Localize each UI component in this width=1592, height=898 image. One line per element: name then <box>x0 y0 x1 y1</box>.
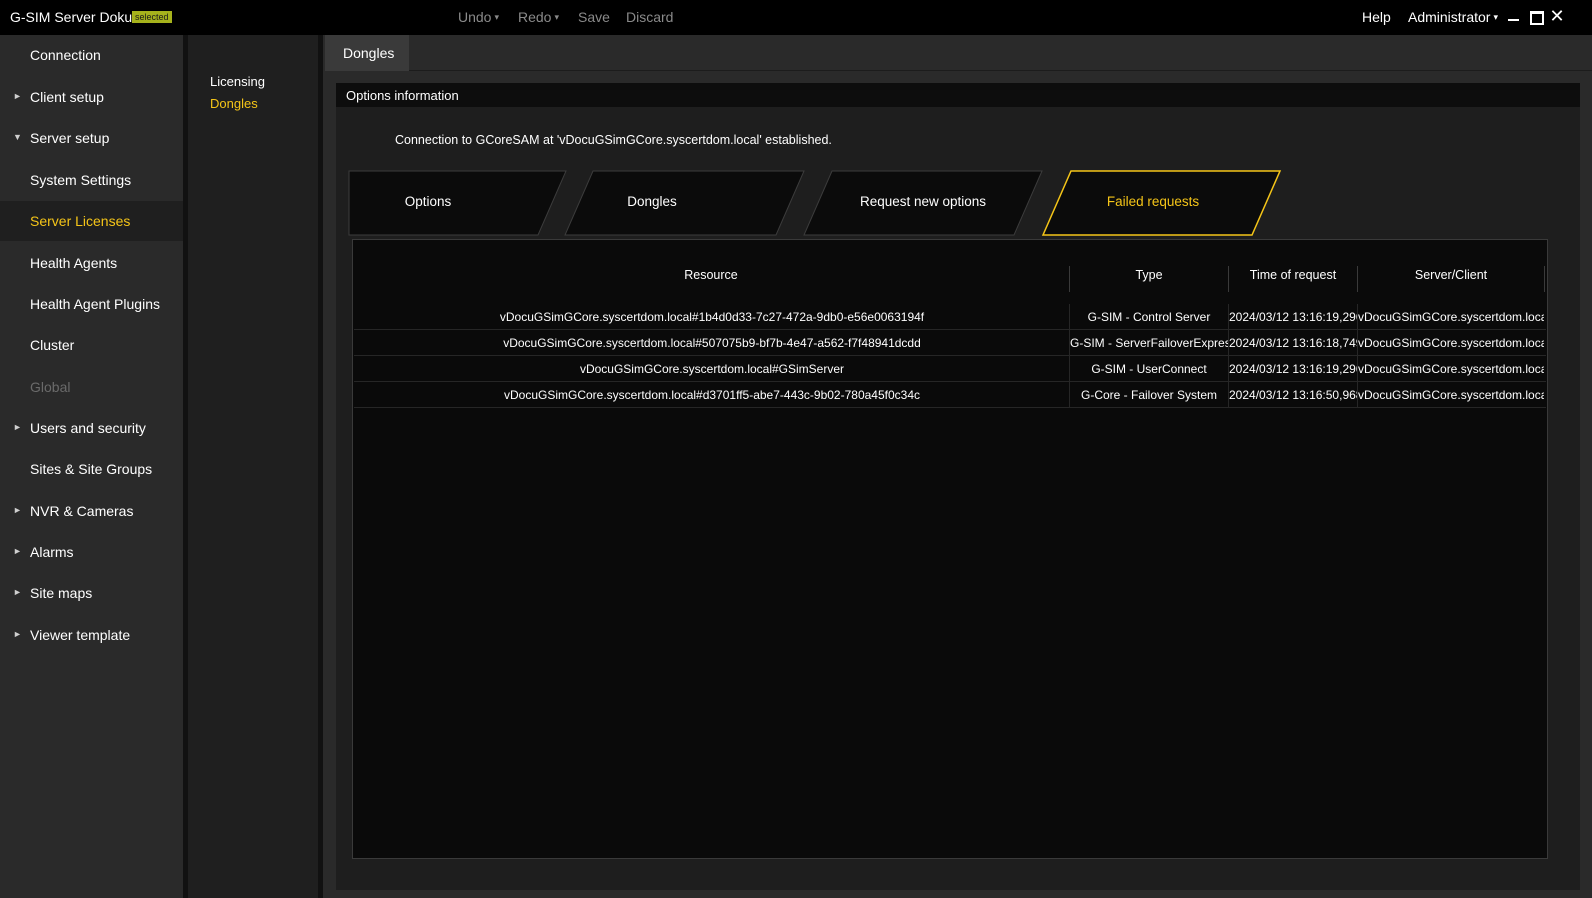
column-divider[interactable] <box>1544 266 1545 292</box>
save-button[interactable]: Save <box>578 9 610 25</box>
cell-type: G-Core - Failover System <box>1080 388 1218 402</box>
nav-item-system-settings[interactable]: System Settings <box>0 160 183 200</box>
table-row[interactable]: vDocuGSimGCore.syscertdom.local#d3701ff5… <box>354 382 1546 408</box>
nav-item-server-setup[interactable]: ▼ Server setup <box>0 118 183 158</box>
tab-request-new-options[interactable]: Request new options <box>838 194 1008 209</box>
title-bar: G-SIM Server Doku selected Undo ▾ Redo ▾ S… <box>0 0 1592 35</box>
cell-server-client: vDocuGSimGCore.syscertdom.local <box>1358 388 1544 402</box>
connection-status-message: Connection to GCoreSAM at 'vDocuGSimGCor… <box>395 133 832 147</box>
nav-item-site-maps[interactable]: ► Site maps <box>0 573 183 613</box>
nav-item-viewer-template[interactable]: ► Viewer template <box>0 615 183 655</box>
column-header-resource[interactable]: Resource <box>353 268 1069 282</box>
nav-item-label: Client setup <box>30 89 104 105</box>
expand-arrow-icon[interactable]: ► <box>13 629 22 639</box>
tab-dongles[interactable]: Dongles <box>592 194 712 209</box>
nav-item-label: NVR & Cameras <box>30 503 134 519</box>
undo-button[interactable]: Undo ▾ <box>458 9 499 25</box>
expand-arrow-icon[interactable]: ► <box>13 422 22 432</box>
table-row[interactable]: vDocuGSimGCore.syscertdom.local#GSimServ… <box>354 356 1546 382</box>
nav-item-label: Server setup <box>30 130 110 146</box>
nav-item-nvr-and-cameras[interactable]: ► NVR & Cameras <box>0 491 183 531</box>
maximize-icon[interactable] <box>1527 6 1545 26</box>
cell-resource: vDocuGSimGCore.syscertdom.local#d3701ff5… <box>503 388 920 402</box>
nav-item-label: Sites & Site Groups <box>30 461 153 477</box>
user-label: Administrator <box>1408 9 1491 25</box>
option-tabs: Options Dongles Request new options Fail… <box>348 170 1308 236</box>
nav-item-client-setup[interactable]: ► Client setup <box>0 77 183 117</box>
redo-button[interactable]: Redo ▾ <box>518 9 559 25</box>
expand-arrow-icon[interactable]: ► <box>13 546 22 556</box>
cell-server-client: vDocuGSimGCore.syscertdom.local <box>1358 336 1544 350</box>
expand-arrow-icon[interactable]: ► <box>13 587 22 597</box>
nav-item-users-and-security[interactable]: ► Users and security <box>0 408 183 448</box>
nav-item-global: Global <box>0 367 183 407</box>
cell-time-of-request: 2024/03/12 13:16:50,968 <box>1229 388 1357 402</box>
table-row[interactable]: vDocuGSimGCore.syscertdom.local#1b4d0d33… <box>354 304 1546 330</box>
expand-arrow-icon[interactable]: ► <box>13 91 22 101</box>
column-header-server-client[interactable]: Server/Client <box>1358 268 1544 282</box>
nav-item-alarms[interactable]: ► Alarms <box>0 532 183 572</box>
cell-resource: vDocuGSimGCore.syscertdom.local#GSimServ… <box>579 362 845 376</box>
nav-item-health-agent-plugins[interactable]: Health Agent Plugins <box>0 284 183 324</box>
undo-label: Undo <box>458 9 492 25</box>
table-row[interactable]: vDocuGSimGCore.syscertdom.local#507075b9… <box>354 330 1546 356</box>
nav-item-server-licenses[interactable]: Server Licenses <box>0 201 183 241</box>
nav-item-sites-and-site-groups[interactable]: Sites & Site Groups <box>0 449 183 489</box>
main-content: Dongles Options information Connection t… <box>323 35 1592 898</box>
nav-item-label: Cluster <box>30 337 75 353</box>
column-header-time-of-request[interactable]: Time of request <box>1229 268 1357 282</box>
nav-item-label: System Settings <box>30 172 132 188</box>
tab-options[interactable]: Options <box>368 194 488 209</box>
cell-type: G-SIM - UserConnect <box>1091 362 1207 376</box>
main-navigation: Connection ► Client setup ▼ Server setup S… <box>0 35 183 898</box>
chevron-down-icon: ▾ <box>1493 12 1498 22</box>
help-button[interactable]: Help <box>1362 9 1391 25</box>
nav-item-label: Global <box>30 379 71 395</box>
chevron-down-icon: ▾ <box>554 12 559 22</box>
column-header-type[interactable]: Type <box>1070 268 1228 282</box>
minimize-icon[interactable] <box>1505 6 1523 26</box>
subnav-item-licensing[interactable]: Licensing <box>210 74 265 89</box>
redo-label: Redo <box>518 9 552 25</box>
collapse-arrow-icon[interactable]: ▼ <box>13 132 22 142</box>
sub-navigation: Licensing Dongles <box>188 35 318 898</box>
options-information-panel: Options information Connection to GCoreS… <box>336 83 1580 890</box>
cell-resource: vDocuGSimGCore.syscertdom.local#1b4d0d33… <box>499 310 925 324</box>
nav-item-label: Connection <box>30 47 101 63</box>
cell-resource: vDocuGSimGCore.syscertdom.local#507075b9… <box>503 336 921 350</box>
failed-requests-table: Resource Type Time of request Server/Cli… <box>352 239 1548 859</box>
subnav-item-dongles[interactable]: Dongles <box>210 96 258 111</box>
cell-server-client: vDocuGSimGCore.syscertdom.local <box>1358 310 1544 324</box>
nav-item-label: Site maps <box>30 585 93 601</box>
nav-item-connection[interactable]: Connection <box>0 35 183 75</box>
selected-badge: selected <box>132 11 172 23</box>
chevron-down-icon: ▾ <box>494 12 499 22</box>
nav-item-label: Alarms <box>30 544 74 560</box>
expand-arrow-icon[interactable]: ► <box>13 505 22 515</box>
discard-button[interactable]: Discard <box>626 9 673 25</box>
nav-item-cluster[interactable]: Cluster <box>0 325 183 365</box>
nav-item-label: Health Agents <box>30 255 118 271</box>
cell-time-of-request: 2024/03/12 13:16:19,296 <box>1229 310 1357 324</box>
nav-item-label: Server Licenses <box>30 213 131 229</box>
cell-type: G-SIM - Control Server <box>1087 310 1211 324</box>
cell-time-of-request: 2024/03/12 13:16:18,749 <box>1229 336 1357 350</box>
nav-item-label: Health Agent Plugins <box>30 296 160 312</box>
nav-item-label: Viewer template <box>30 627 131 643</box>
tab-failed-requests[interactable]: Failed requests <box>1068 194 1238 209</box>
app-title: G-SIM Server Doku <box>10 9 133 25</box>
close-icon[interactable]: ✕ <box>1548 6 1566 26</box>
tabstrip-divider <box>409 70 1592 71</box>
panel-title: Options information <box>336 83 1580 107</box>
tab-dongles[interactable]: Dongles <box>325 35 409 71</box>
user-menu-button[interactable]: Administrator ▾ <box>1408 9 1498 25</box>
nav-item-health-agents[interactable]: Health Agents <box>0 243 183 283</box>
cell-time-of-request: 2024/03/12 13:16:19,296 <box>1229 362 1357 376</box>
nav-item-label: Users and security <box>30 420 146 436</box>
cell-server-client: vDocuGSimGCore.syscertdom.local <box>1358 362 1544 376</box>
cell-type: G-SIM - ServerFailoverExpress <box>1070 336 1228 350</box>
